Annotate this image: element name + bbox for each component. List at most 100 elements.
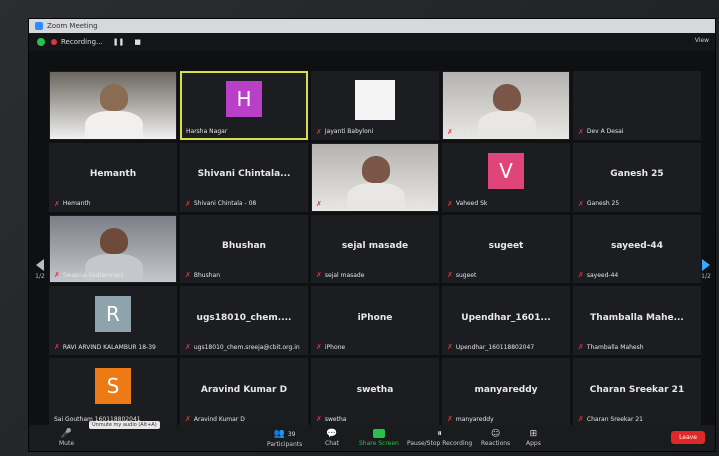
participant-tile[interactable]: sejal masade ✗ sejal masade [311,214,439,284]
share-screen-icon [372,429,385,438]
mic-muted-icon: ✗ [447,199,453,208]
apps-icon: ⊞ [529,429,538,439]
mute-button[interactable]: 🎤 Mute [59,427,74,449]
mic-muted-icon: ✗ [447,415,453,423]
participant-tile[interactable]: ✗ Dr. Naga Prapurna Chemical Engg [311,142,439,212]
mic-muted-icon: ✗ [447,271,453,280]
participant-name: Upendhar_160118802047 [455,343,535,351]
participant-display-name: Shivani Chintala... [197,169,291,180]
participant-display-name: Charan Sreekar 21 [589,384,685,395]
mic-muted-icon: ✗ [54,199,60,208]
mic-muted-icon: ✗ [578,343,584,352]
participant-name: Anoop [54,128,74,136]
leave-button[interactable]: Leave [671,431,705,444]
participant-display-name: Upendhar_1601... [461,312,551,323]
participants-count: 39 [287,430,296,438]
participant-tile[interactable]: ✗ Dev A Desai [573,71,701,140]
participant-name-tag: ✗ RAVI ARVIND KALAMBUR 18-39 [54,343,172,351]
participant-avatar: V [488,152,524,189]
apps-button[interactable]: ⊞ Apps [526,427,541,449]
meeting-toolbar: Unmute my audio (Alt+A) 🎤 Mute 👥 39 Part… [29,421,715,451]
view-button[interactable]: View [695,37,709,44]
participant-name: iPhone [324,343,346,351]
previous-page-button[interactable]: 1/2 [33,254,47,284]
participant-name-tag: ✗ iPhone [316,343,434,351]
mic-muted-icon: ✗ [316,271,322,280]
reactions-button[interactable]: ☺ Reactions [481,427,510,449]
participant-name-tag: Harsha Nagar [186,128,302,135]
person-silhouette [362,155,391,183]
share-screen-label: Share Screen [359,440,399,447]
pause-recording-icon[interactable]: ❚❚ [113,38,125,46]
participant-display-name: swetha [356,384,394,395]
mic-muted-icon: ✗ [578,127,584,136]
participant-tile[interactable]: manyareddy ✗ manyareddy [442,358,570,427]
stop-recording-icon[interactable]: ■ [134,38,141,46]
participant-tile[interactable]: sayeed-44 ✗ sayeed-44 [573,214,701,284]
participant-name: manyareddy [455,415,494,423]
participant-avatar: H [226,80,262,117]
mic-muted-icon: ✗ [185,271,191,280]
share-screen-button[interactable]: Share Screen [359,427,399,449]
participant-name: Dr. Naga Prapurna Chemical Engg [324,200,427,208]
participant-name-tag: ✗ Swapna Vadlamnani [54,271,172,279]
participant-name: ugs18010_chem.sreeja@cbit.org.in [193,343,300,351]
participant-tile[interactable]: ✗ Dr. F. Madhuri Assistant Professor [442,71,570,140]
participant-tile[interactable]: iPhone ✗ iPhone [311,286,439,356]
participant-tile[interactable]: Charan Sreekar 21 ✗ Charan Sreekar 21 [573,358,701,427]
participants-button[interactable]: 👥 39 Participants [267,427,302,449]
participant-name: Dr. F. Madhuri Assistant Professor [455,128,556,136]
chat-icon: 💬 [326,429,338,439]
participant-tile[interactable]: Shivani Chintala... ✗ Shivani Chintala - 0… [180,142,308,212]
participant-name-tag: ✗ Upendhar_160118802047 [447,343,565,351]
participant-display-name: Aravind Kumar D [200,384,288,395]
participant-tile[interactable]: ✗ Swapna Vadlamnani [49,214,177,284]
participant-name: Shivani Chintala - 08 [193,200,257,208]
record-icon: ⏸ [437,429,442,439]
participant-tile[interactable]: Bhushan ✗ Bhushan [180,214,308,284]
participant-tile[interactable]: R ✗ RAVI ARVIND KALAMBUR 18-39 [49,286,177,356]
participants-icon: 👥 39 [273,428,296,439]
mute-tooltip: Unmute my audio (Alt+A) [89,421,160,429]
participant-display-name: sugeet [488,240,524,251]
participant-name: swetha [324,415,347,423]
participant-tile[interactable]: V ✗ Vaheed Sk [442,142,570,212]
participant-tile[interactable]: Ganesh 25 ✗ Ganesh 25 [573,142,701,212]
mic-muted-icon: ✗ [447,127,453,136]
participant-tile[interactable]: Aravind Kumar D ✗ Aravind Kumar D [180,358,308,427]
participant-name-tag: ✗ Jayanti Babyloni [316,128,434,136]
participant-tile[interactable]: Thamballa Mahe... ✗ Thamballa Mahesh [573,286,701,356]
participant-display-name: iPhone [357,312,393,323]
participant-tile[interactable]: Hemanth ✗ Hemanth [49,142,177,212]
participant-name: Thamballa Mahesh [586,343,644,351]
participant-name-tag: ✗ Dr. F. Madhuri Assistant Professor [447,128,565,136]
participant-name: Vaheed Sk [455,200,488,208]
pause-stop-recording-button[interactable]: ⏸ Pause/Stop Recording [407,427,472,449]
participant-tile[interactable]: ugs18010_chem.... ✗ ugs18010_chem.sreeja@c… [180,286,308,356]
participant-tile[interactable]: Upendhar_1601... ✗ Upendhar_160118802047 [442,286,570,356]
participant-tile[interactable]: ✗ Jayanti Babyloni [311,71,439,140]
participant-tile[interactable]: Anoop [49,71,177,140]
participant-tile[interactable]: swetha ✗ swetha [311,358,439,427]
participant-tile[interactable]: S Sai Goutham 160118802041 [49,358,177,427]
title-bar: Zoom Meeting [29,19,715,33]
mic-muted-icon: ✗ [316,127,322,136]
mic-muted-icon: ✗ [578,271,584,280]
security-shield-icon[interactable] [37,38,45,46]
zoom-window: Zoom Meeting Recording... ❚❚ ■ View 1/2 … [28,18,716,452]
blank-video-frame [355,80,395,121]
participant-name-tag: ✗ Dev A Desai [578,128,696,136]
participant-name: Ganesh 25 [586,200,620,208]
participant-name-tag: ✗ Vaheed Sk [447,200,565,208]
participant-name: Charan Sreekar 21 [586,415,643,423]
next-page-button[interactable]: 1/2 [699,254,713,284]
person-silhouette [100,84,129,111]
chat-button[interactable]: 💬 Chat [325,427,339,449]
participant-name-tag: ✗ sayeed-44 [578,271,696,279]
participant-avatar: R [95,296,131,333]
participant-tile[interactable]: H Harsha Nagar [180,71,308,140]
participant-tile[interactable]: sugeet ✗ sugeet [442,214,570,284]
participant-display-name: Thamballa Mahe... [590,312,684,323]
chat-label: Chat [325,440,340,447]
participant-name: Aravind Kumar D [193,415,245,423]
